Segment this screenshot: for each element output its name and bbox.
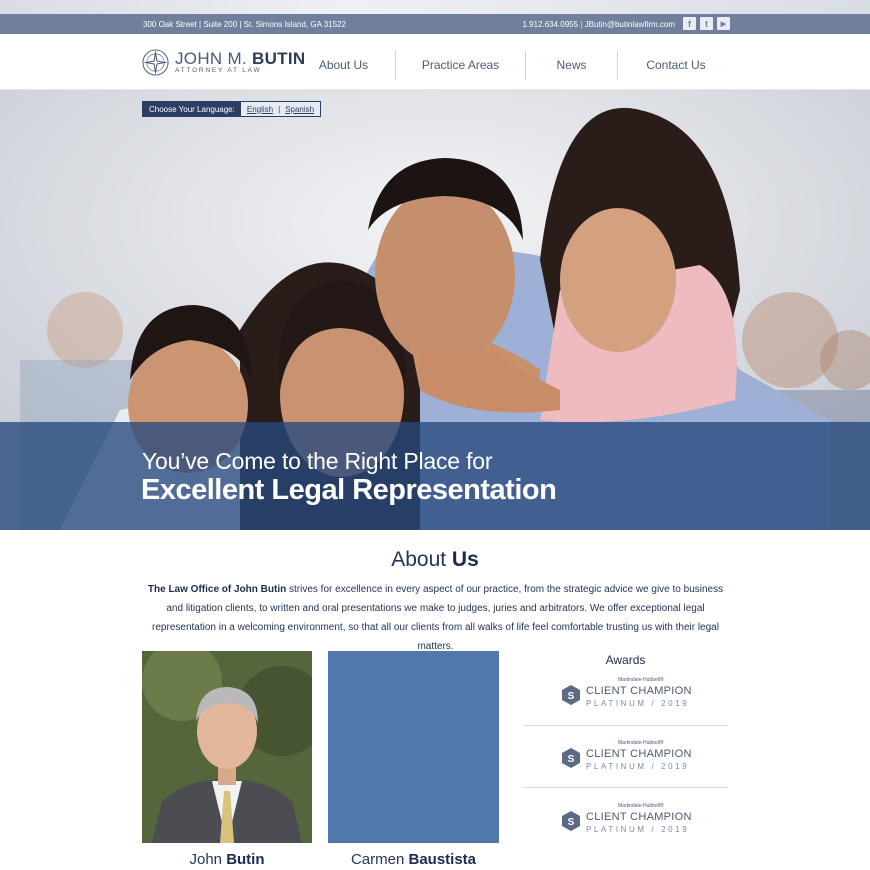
- award-source: Martindale-Hubbell®: [618, 740, 664, 746]
- team-name-john[interactable]: John Butin: [142, 851, 312, 868]
- nav-menu: About Us Practice Areas News Contact Us: [292, 50, 734, 80]
- nav-about-us[interactable]: About Us: [292, 50, 396, 80]
- award-badge: S Martindale-Hubbell® CLIENT CHAMPION PL…: [523, 673, 728, 721]
- nav-news[interactable]: News: [526, 50, 618, 80]
- social-links: f t ▶: [683, 17, 730, 30]
- language-separator: |: [278, 104, 281, 114]
- logo-name: JOHN M. BUTIN: [175, 50, 305, 67]
- team-name-carmen[interactable]: Carmen Baustista: [328, 851, 499, 868]
- carmen-baustista-photo-placeholder: [328, 651, 499, 843]
- award-level: PLATINUM / 2019: [586, 825, 690, 834]
- award-badge: S Martindale-Hubbell® CLIENT CHAMPION PL…: [523, 736, 728, 784]
- client-champion-hex-icon: S: [562, 811, 580, 831]
- language-label: Choose Your Language:: [143, 102, 241, 116]
- award-level: PLATINUM / 2019: [586, 762, 690, 771]
- site-logo[interactable]: JOHN M. BUTIN ATTORNEY AT LAW: [141, 48, 305, 77]
- client-champion-hex-icon: S: [562, 748, 580, 768]
- hero-headline-bold: Excellent Legal Representation: [141, 474, 557, 506]
- facebook-icon[interactable]: f: [683, 17, 696, 30]
- nav-contact-us[interactable]: Contact Us: [618, 50, 734, 80]
- team-first-name: John: [189, 851, 227, 868]
- about-lead: The Law Office of John Butin: [147, 584, 287, 595]
- about-heading-bold: Us: [451, 548, 479, 571]
- about-heading-light: About: [391, 548, 452, 571]
- nav-practice-areas[interactable]: Practice Areas: [396, 50, 526, 80]
- contact-info: 1.912.634.0955 | JButin@butinlawfirm.com: [522, 20, 675, 29]
- address-text: 300 Oak Street | Suite 200 | St. Simons …: [143, 20, 346, 29]
- language-selector: Choose Your Language: English | Spanish: [142, 101, 322, 117]
- svg-text:S: S: [568, 691, 575, 702]
- award-source: Martindale-Hubbell®: [618, 803, 664, 809]
- award-level: PLATINUM / 2019: [586, 699, 690, 708]
- svg-text:S: S: [568, 754, 575, 765]
- email-link[interactable]: JButin@butinlawfirm.com: [585, 20, 675, 29]
- main-navbar: JOHN M. BUTIN ATTORNEY AT LAW About Us P…: [0, 38, 870, 90]
- award-source: Martindale-Hubbell®: [618, 677, 664, 683]
- team-last-name: Butin: [226, 851, 265, 868]
- contact-separator: |: [580, 20, 585, 29]
- award-title: CLIENT CHAMPION: [586, 811, 692, 823]
- award-title: CLIENT CHAMPION: [586, 685, 692, 697]
- hero-headline-light: You’ve Come to the Right Place for: [142, 448, 493, 474]
- phone-link[interactable]: 1.912.634.0955: [522, 20, 578, 29]
- language-spanish-link[interactable]: Spanish: [285, 105, 314, 114]
- youtube-icon[interactable]: ▶: [717, 17, 730, 30]
- portrait-image: [142, 651, 312, 843]
- hero-banner: Choose Your Language: English | Spanish …: [0, 90, 870, 530]
- logo-first-name: JOHN M.: [175, 49, 253, 68]
- twitter-icon[interactable]: t: [700, 17, 713, 30]
- john-butin-photo: [142, 651, 312, 843]
- award-badge: S Martindale-Hubbell® CLIENT CHAMPION PL…: [523, 799, 728, 847]
- team-first-name: Carmen: [350, 851, 409, 868]
- awards-divider: [523, 725, 728, 726]
- svg-text:S: S: [568, 817, 575, 828]
- top-strip: [0, 0, 870, 14]
- about-paragraph: The Law Office of John Butin strives for…: [142, 580, 729, 656]
- award-title: CLIENT CHAMPION: [586, 748, 692, 760]
- team-last-name: Baustista: [408, 851, 477, 868]
- client-champion-hex-icon: S: [562, 685, 580, 705]
- language-options: English | Spanish: [240, 102, 321, 116]
- logo-tagline: ATTORNEY AT LAW: [175, 67, 262, 74]
- awards-heading: Awards: [605, 653, 646, 667]
- compass-logo-icon: [142, 49, 169, 76]
- info-bar: 300 Oak Street | Suite 200 | St. Simons …: [0, 14, 870, 34]
- language-english-link[interactable]: English: [247, 105, 273, 114]
- about-heading: About Us: [0, 548, 870, 572]
- awards-divider: [523, 787, 728, 788]
